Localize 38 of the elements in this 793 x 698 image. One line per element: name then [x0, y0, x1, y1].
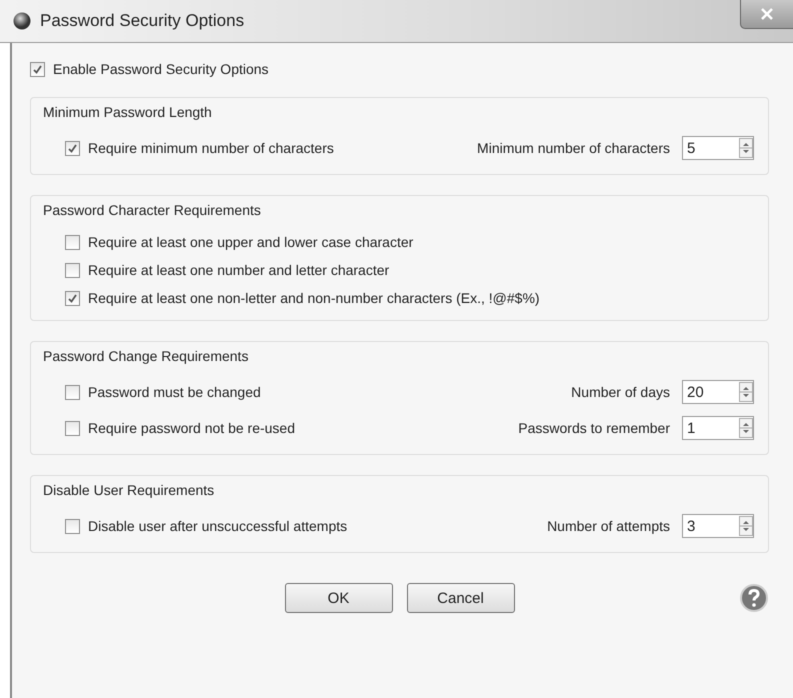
checkbox-label: Require password not be re-used — [88, 420, 296, 436]
help-icon[interactable] — [739, 583, 769, 613]
checkbox[interactable] — [65, 290, 80, 306]
field-label: Number of days — [571, 384, 670, 400]
spinner-arrows-icon[interactable] — [739, 382, 753, 402]
checkbox[interactable] — [30, 62, 45, 76]
checkbox[interactable] — [65, 234, 80, 250]
checkbox[interactable] — [65, 384, 80, 400]
window-title: Password Security Options — [40, 11, 244, 31]
checkbox-label: Password must be changed — [88, 384, 261, 400]
app-icon — [12, 11, 32, 31]
number-spinner[interactable]: 20 — [682, 380, 754, 404]
number-spinner[interactable]: 3 — [682, 514, 754, 538]
group-title: Disable User Requirements — [43, 482, 216, 498]
checkbox[interactable] — [65, 518, 80, 534]
checkbox-label: Require at least one number and letter character — [88, 262, 390, 278]
checkbox-label: Require minimum number of characters — [88, 140, 334, 156]
group-title: Password Change Requirements — [43, 348, 250, 364]
checkbox-label: Enable Password Security Options — [53, 61, 269, 77]
checkbox[interactable] — [65, 262, 80, 278]
checkbox[interactable] — [65, 420, 80, 436]
checkbox[interactable] — [65, 140, 80, 156]
field-label: Passwords to remember — [518, 420, 670, 436]
spinner-arrows-icon[interactable] — [739, 138, 753, 158]
number-spinner[interactable]: 5 — [682, 136, 754, 160]
field-label: Number of attempts — [547, 518, 670, 534]
number-spinner[interactable]: 1 — [682, 416, 754, 440]
dialog-button[interactable]: OK — [284, 583, 392, 613]
close-button[interactable] — [740, 0, 793, 29]
field-label: Minimum number of characters — [477, 140, 670, 156]
group-title: Password Character Requirements — [43, 202, 262, 218]
checkbox-label: Require at least one upper and lower case character — [88, 234, 414, 250]
spinner-arrows-icon[interactable] — [739, 516, 753, 536]
checkbox-label: Disable user after unscuccessful attempts — [88, 518, 348, 534]
checkbox-label: Require at least one non-letter and non-number characters (Ex., !@#$%) — [88, 290, 540, 306]
dialog-button[interactable]: Cancel — [406, 583, 514, 613]
spinner-arrows-icon[interactable] — [739, 418, 753, 438]
group-title: Minimum Password Length — [43, 104, 213, 120]
